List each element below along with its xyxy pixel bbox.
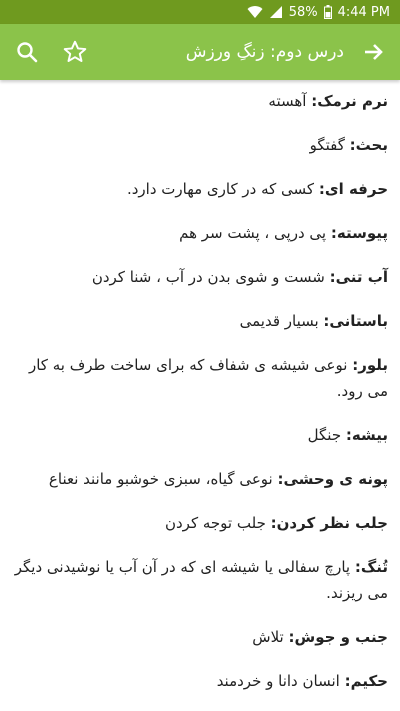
glossary-definition: گفتگو bbox=[309, 136, 350, 154]
glossary-term: بلور: bbox=[352, 356, 388, 374]
glossary-term: تُنگ: bbox=[354, 558, 388, 576]
wifi-icon bbox=[247, 5, 263, 19]
glossary-entry: بیشه: جنگل bbox=[12, 422, 388, 448]
glossary-entry: نرم نرمک: آهسته bbox=[12, 88, 388, 114]
glossary-entry: باستانی: بسیار قدیمی bbox=[12, 308, 388, 334]
clock: 4:44 PM bbox=[337, 4, 390, 20]
glossary-term: آب تنی: bbox=[329, 268, 388, 286]
glossary-list: نرم نرمک: آهسته بحث: گفتگو حرفه ای: کسی … bbox=[0, 80, 400, 711]
glossary-definition: پی درپی ، پشت سر هم bbox=[179, 224, 331, 242]
glossary-term: بحث: bbox=[349, 136, 388, 154]
glossary-term: نرم نرمک: bbox=[311, 92, 388, 110]
battery-icon bbox=[323, 5, 332, 19]
glossary-entry: جنب و جوش: تلاش bbox=[12, 624, 388, 650]
back-arrow-icon[interactable] bbox=[358, 37, 388, 67]
glossary-definition: تلاش bbox=[252, 628, 289, 646]
glossary-entry: پیوسته: پی درپی ، پشت سر هم bbox=[12, 220, 388, 246]
glossary-definition: بسیار قدیمی bbox=[239, 312, 324, 330]
glossary-term: حرفه ای: bbox=[318, 180, 388, 198]
app-toolbar: درس دوم: زنگِ ورزش bbox=[0, 24, 400, 80]
star-icon[interactable] bbox=[60, 37, 90, 67]
glossary-term: جنب و جوش: bbox=[288, 628, 389, 646]
glossary-definition: جنگل bbox=[307, 426, 346, 444]
battery-percent: 58% bbox=[288, 4, 318, 20]
glossary-entry: حکیم: انسان دانا و خردمند bbox=[12, 668, 388, 694]
glossary-term: پونه ی وحشی: bbox=[277, 470, 388, 488]
glossary-entry: جلب نظر کردن: جلب توجه کردن bbox=[12, 510, 388, 536]
status-bar: 58% 4:44 PM bbox=[0, 0, 400, 24]
glossary-definition: نوعی گیاه، سبزی خوشبو مانند نعناع bbox=[48, 470, 278, 488]
glossary-definition: کسی که در کاری مهارت دارد. bbox=[126, 180, 319, 198]
glossary-definition: جلب توجه کردن bbox=[164, 514, 271, 532]
glossary-definition: آهسته bbox=[268, 92, 312, 110]
glossary-definition: پارچ سفالی یا شیشه ای که در آن آب یا نوش… bbox=[14, 558, 388, 602]
glossary-entry: آب تنی: شست و شوی بدن در آب ، شنا کردن bbox=[12, 264, 388, 290]
glossary-term: حکیم: bbox=[344, 672, 388, 690]
search-icon[interactable] bbox=[12, 37, 42, 67]
glossary-entry: تُنگ: پارچ سفالی یا شیشه ای که در آن آب … bbox=[12, 554, 388, 606]
glossary-entry: حرفه ای: کسی که در کاری مهارت دارد. bbox=[12, 176, 388, 202]
glossary-entry: پونه ی وحشی: نوعی گیاه، سبزی خوشبو مانند… bbox=[12, 466, 388, 492]
page-title: درس دوم: زنگِ ورزش bbox=[185, 42, 344, 62]
glossary-definition: انسان دانا و خردمند bbox=[216, 672, 345, 690]
glossary-definition: نوعی شیشه ی شفاف که برای ساخت طرف به کار… bbox=[28, 356, 388, 400]
signal-icon bbox=[269, 5, 283, 19]
glossary-term: باستانی: bbox=[323, 312, 388, 330]
glossary-term: جلب نظر کردن: bbox=[270, 514, 388, 532]
glossary-definition: شست و شوی بدن در آب ، شنا کردن bbox=[91, 268, 330, 286]
glossary-term: پیوسته: bbox=[330, 224, 388, 242]
glossary-entry: بحث: گفتگو bbox=[12, 132, 388, 158]
glossary-entry: بلور: نوعی شیشه ی شفاف که برای ساخت طرف … bbox=[12, 352, 388, 404]
glossary-term: بیشه: bbox=[345, 426, 388, 444]
